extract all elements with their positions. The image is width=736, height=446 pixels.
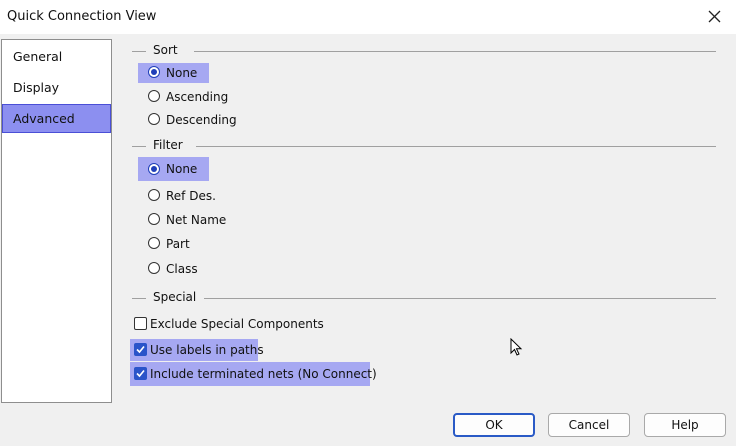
- sort-group-header: Sort: [132, 43, 716, 58]
- quick-connection-view-dialog: Quick Connection View General Display Ad…: [0, 0, 736, 446]
- option-label: Net Name: [166, 213, 227, 227]
- filter-option-class[interactable]: Class: [148, 259, 268, 279]
- exclude-special-components-checkbox[interactable]: Exclude Special Components: [132, 314, 352, 334]
- advanced-panel: Sort None Ascending Descending Filter No…: [116, 39, 734, 403]
- option-label: Descending: [166, 113, 237, 127]
- radio-selected[interactable]: [148, 163, 160, 175]
- radio-button[interactable]: [148, 90, 160, 102]
- filter-group-header: Filter: [132, 138, 716, 153]
- mouse-pointer-icon: [510, 338, 523, 356]
- sort-group-title: Sort: [153, 43, 178, 57]
- cancel-button[interactable]: Cancel: [548, 413, 630, 437]
- divider: [132, 51, 146, 52]
- option-label: Ref Des.: [166, 189, 216, 203]
- option-label: Include terminated nets (No Connect): [150, 367, 377, 381]
- checkbox-checked[interactable]: [134, 343, 147, 356]
- include-terminated-nets-checkbox[interactable]: Include terminated nets (No Connect): [130, 362, 377, 386]
- radio-button[interactable]: [148, 237, 160, 249]
- close-button[interactable]: [700, 4, 730, 30]
- nav-item-label: Display: [13, 80, 60, 95]
- checkmark-icon: [136, 369, 145, 378]
- window-title: Quick Connection View: [7, 9, 157, 24]
- radio-button[interactable]: [148, 213, 160, 225]
- category-list: General Display Advanced: [1, 39, 112, 403]
- option-label: Class: [166, 262, 198, 276]
- filter-option-none[interactable]: None: [138, 157, 209, 181]
- filter-group-title: Filter: [153, 138, 183, 152]
- checkmark-icon: [136, 345, 145, 354]
- divider: [196, 146, 716, 147]
- radio-selected[interactable]: [148, 66, 160, 78]
- filter-option-net-name[interactable]: Net Name: [148, 210, 268, 230]
- divider: [132, 146, 146, 147]
- option-label: None: [166, 66, 198, 80]
- filter-option-part[interactable]: Part: [148, 234, 268, 254]
- help-button[interactable]: Help: [644, 413, 726, 437]
- option-label: Use labels in paths: [150, 343, 264, 357]
- option-label: None: [166, 162, 198, 176]
- close-icon: [708, 10, 721, 23]
- option-label: Exclude Special Components: [150, 317, 324, 331]
- checkbox-checked[interactable]: [134, 367, 147, 380]
- special-group-header: Special: [132, 290, 716, 305]
- title-bar: Quick Connection View: [0, 0, 736, 34]
- divider: [132, 298, 146, 299]
- divider: [194, 51, 716, 52]
- sort-option-descending[interactable]: Descending: [148, 110, 268, 130]
- nav-item-advanced[interactable]: Advanced: [2, 104, 111, 133]
- filter-option-ref-des[interactable]: Ref Des.: [148, 186, 268, 206]
- checkbox[interactable]: [134, 317, 147, 330]
- option-label: Part: [166, 237, 190, 251]
- radio-button[interactable]: [148, 113, 160, 125]
- special-group-title: Special: [153, 290, 197, 304]
- divider: [204, 298, 716, 299]
- radio-button[interactable]: [148, 262, 160, 274]
- nav-item-display[interactable]: Display: [3, 74, 110, 101]
- nav-item-general[interactable]: General: [3, 43, 110, 70]
- use-labels-in-paths-checkbox[interactable]: Use labels in paths: [130, 339, 264, 361]
- radio-button[interactable]: [148, 189, 160, 201]
- ok-button[interactable]: OK: [453, 413, 535, 437]
- nav-item-label: General: [13, 49, 63, 64]
- option-label: Ascending: [166, 90, 229, 104]
- nav-item-label: Advanced: [13, 111, 75, 126]
- sort-option-none[interactable]: None: [138, 63, 209, 83]
- sort-option-ascending[interactable]: Ascending: [148, 87, 268, 107]
